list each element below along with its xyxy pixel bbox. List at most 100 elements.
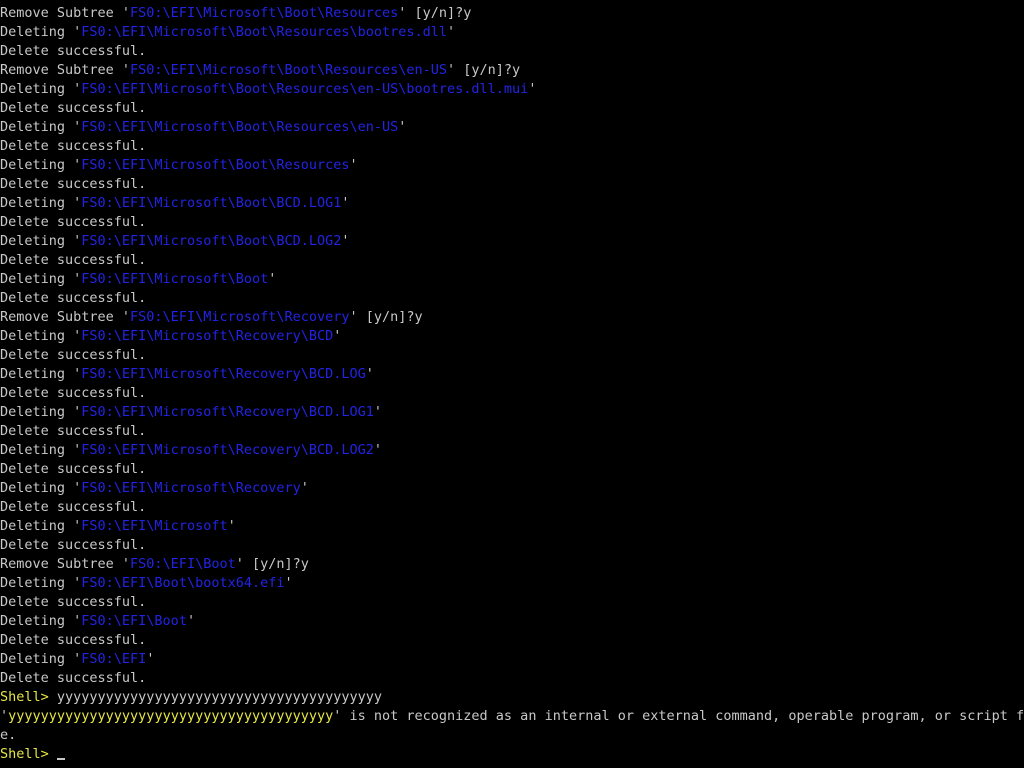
line-prefix: Deleting ' (0, 157, 82, 173)
deleting-line: Deleting 'FS0:\EFI\Boot' (0, 612, 195, 631)
deleting-line: Deleting 'FS0:\EFI\Microsoft\Boot\Resour… (0, 23, 455, 42)
deleting-line: Deleting 'FS0:\EFI\Microsoft\Boot\Resour… (0, 118, 406, 137)
line-suffix: ' (528, 81, 537, 97)
line-suffix: ' (341, 195, 350, 211)
line-prefix: Deleting ' (0, 81, 82, 97)
output-text: Delete successful. (0, 499, 147, 515)
line-suffix: ' (268, 271, 277, 287)
line-suffix: ' (398, 119, 407, 135)
file-path: FS0:\EFI\Microsoft\Boot\BCD.LOG2 (81, 233, 342, 249)
file-path: FS0:\EFI\Microsoft\Boot\Resources\en-US (81, 119, 399, 135)
shell-prompt: Shell> (0, 689, 57, 705)
uefi-shell-screen[interactable]: Remove Subtree 'FS0:\EFI\Microsoft\Boot\… (0, 0, 1024, 768)
error-text: ' is not recognized as an internal or ex… (333, 708, 1024, 724)
line-prefix: Deleting ' (0, 442, 82, 458)
unrecognized-command: yyyyyyyyyyyyyyyyyyyyyyyyyyyyyyyyyyyyyyyy (8, 708, 334, 724)
line-prefix: Deleting ' (0, 119, 82, 135)
output-text: Delete successful. (0, 385, 147, 401)
output-line: Delete successful. (0, 631, 146, 650)
output-line: Delete successful. (0, 289, 146, 308)
remove-subtree-line: Remove Subtree 'FS0:\EFI\Microsoft\Boot\… (0, 61, 520, 80)
output-line: Delete successful. (0, 669, 146, 688)
deleting-line: Deleting 'FS0:\EFI\Boot\bootx64.efi' (0, 574, 293, 593)
file-path: FS0:\EFI\Microsoft\Boot\Resources (81, 157, 350, 173)
output-line: e. (0, 726, 16, 745)
line-suffix: ' (341, 233, 350, 249)
output-text: Delete successful. (0, 290, 147, 306)
file-path: FS0:\EFI\Microsoft\Boot\Resources\en-US\… (81, 81, 529, 97)
output-text: Delete successful. (0, 138, 147, 154)
output-line: Delete successful. (0, 137, 146, 156)
deleting-line: Deleting 'FS0:\EFI\Microsoft\Recovery\BC… (0, 365, 374, 384)
file-path: FS0:\EFI\Boot (81, 613, 187, 629)
line-suffix: ' (365, 366, 374, 382)
deleting-line: Deleting 'FS0:\EFI\Microsoft\Boot\Resour… (0, 80, 536, 99)
file-path: FS0:\EFI\Microsoft\Recovery\BCD.LOG (81, 366, 366, 382)
remove-subtree-line: Remove Subtree 'FS0:\EFI\Boot' [y/n]?y (0, 555, 309, 574)
output-line: Delete successful. (0, 536, 146, 555)
output-line: Delete successful. (0, 498, 146, 517)
output-text: Delete successful. (0, 537, 147, 553)
file-path: FS0:\EFI\Microsoft\Boot\BCD.LOG1 (81, 195, 342, 211)
deleting-line: Deleting 'FS0:\EFI\Microsoft\Recovery\BC… (0, 327, 341, 346)
error-line: 'yyyyyyyyyyyyyyyyyyyyyyyyyyyyyyyyyyyyyyy… (0, 707, 1024, 726)
file-path: FS0:\EFI (81, 651, 147, 667)
output-text: Delete successful. (0, 176, 147, 192)
file-path: FS0:\EFI\Microsoft\Boot\Resources (130, 5, 399, 21)
output-line: Delete successful. (0, 99, 146, 118)
line-prefix: ' (0, 708, 9, 724)
output-line: Delete successful. (0, 251, 146, 270)
line-suffix: ' (447, 24, 456, 40)
line-prefix: Deleting ' (0, 271, 82, 287)
deleting-line: Deleting 'FS0:\EFI\Microsoft\Boot' (0, 270, 276, 289)
output-line: Delete successful. (0, 42, 146, 61)
line-suffix: ' (300, 480, 309, 496)
line-suffix: ' (227, 518, 236, 534)
line-prefix: Remove Subtree ' (0, 309, 131, 325)
file-path: FS0:\EFI\Microsoft\Recovery\BCD (81, 328, 334, 344)
line-suffix: ' (284, 575, 293, 591)
deleting-line: Deleting 'FS0:\EFI\Microsoft' (0, 517, 236, 536)
text-cursor (56, 758, 65, 760)
line-prefix: Remove Subtree ' (0, 62, 131, 78)
shell-prompt: Shell> (0, 746, 57, 762)
output-line: Delete successful. (0, 384, 146, 403)
line-prefix: Remove Subtree ' (0, 5, 131, 21)
output-text: Delete successful. (0, 670, 147, 686)
line-prefix: Deleting ' (0, 404, 82, 420)
line-suffix: ' (373, 442, 383, 458)
active-command-line[interactable]: Shell> (0, 745, 65, 764)
output-line: Delete successful. (0, 346, 146, 365)
deleting-line: Deleting 'FS0:\EFI' (0, 650, 154, 669)
line-prefix: Deleting ' (0, 518, 82, 534)
output-text: Delete successful. (0, 461, 147, 477)
file-path: FS0:\EFI\Microsoft (81, 518, 228, 534)
line-suffix: ' [y/n]?y (398, 5, 472, 21)
line-prefix: Deleting ' (0, 328, 82, 344)
file-path: FS0:\EFI\Microsoft\Recovery (130, 309, 350, 325)
output-text: Delete successful. (0, 43, 147, 59)
line-prefix: Deleting ' (0, 233, 82, 249)
deleting-line: Deleting 'FS0:\EFI\Microsoft\Recovery\BC… (0, 441, 382, 460)
output-line: Delete successful. (0, 213, 146, 232)
output-line: Delete successful. (0, 422, 146, 441)
output-text: Delete successful. (0, 347, 147, 363)
deleting-line: Deleting 'FS0:\EFI\Microsoft\Recovery\BC… (0, 403, 382, 422)
line-prefix: Deleting ' (0, 195, 82, 211)
output-text: Delete successful. (0, 632, 147, 648)
line-prefix: Deleting ' (0, 651, 82, 667)
line-prefix: Deleting ' (0, 24, 82, 40)
line-prefix: Deleting ' (0, 575, 82, 591)
output-text: e. (0, 727, 17, 743)
output-text: Delete successful. (0, 214, 147, 230)
line-suffix: ' (186, 613, 196, 629)
file-path: FS0:\EFI\Boot (130, 556, 236, 572)
line-suffix: ' (333, 328, 342, 344)
line-suffix: ' (146, 651, 155, 667)
file-path: FS0:\EFI\Microsoft\Recovery\BCD.LOG1 (81, 404, 374, 420)
deleting-line: Deleting 'FS0:\EFI\Microsoft\Boot\BCD.LO… (0, 194, 350, 213)
file-path: FS0:\EFI\Microsoft\Recovery\BCD.LOG2 (81, 442, 374, 458)
output-line: Delete successful. (0, 460, 146, 479)
entered-command: yyyyyyyyyyyyyyyyyyyyyyyyyyyyyyyyyyyyyyyy (56, 689, 383, 705)
line-suffix: ' [y/n]?y (235, 556, 309, 572)
